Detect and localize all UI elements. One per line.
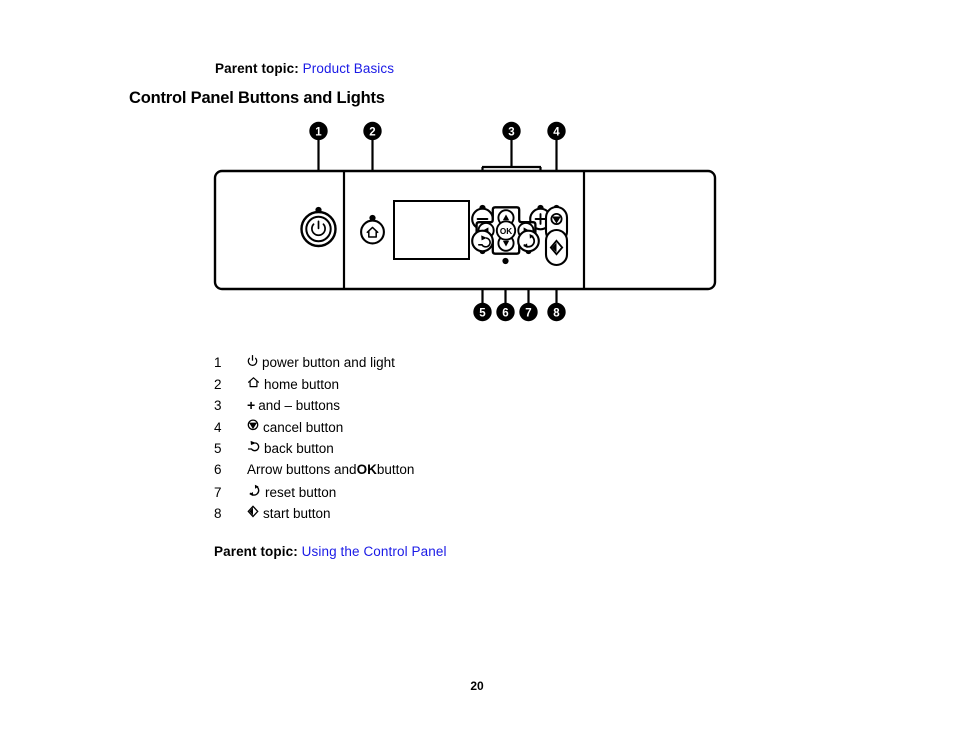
panel-reset-button[interactable]: [517, 229, 540, 253]
callout-3: 3: [502, 121, 521, 141]
legend-text: start button: [263, 506, 331, 522]
callout-1: 1: [309, 121, 328, 141]
back-icon: [247, 440, 260, 453]
legend-text-after: button: [376, 461, 415, 477]
callout-6-number: 6: [502, 307, 508, 319]
callout-3-number: 3: [508, 126, 514, 138]
parent-topic-bottom: Parent topic: Using the Control Panel: [214, 544, 447, 559]
legend-text: Arrow buttons and: [247, 461, 357, 477]
page-number: 20: [470, 679, 484, 693]
panel-home-button[interactable]: [360, 219, 385, 245]
callout-7: 7: [519, 302, 538, 322]
legend-number: 3: [214, 398, 222, 414]
legend-text: cancel button: [263, 419, 344, 435]
callout-8: 8: [547, 302, 566, 322]
power-icon: [247, 354, 258, 367]
panel-ok-button[interactable]: OK: [495, 220, 517, 241]
callout-5-number: 5: [479, 307, 486, 319]
legend-row-7: 7 reset button: [214, 484, 634, 506]
home-icon: [247, 376, 260, 389]
callout-7-number: 7: [525, 307, 531, 319]
legend-text-bold: OK: [356, 461, 377, 477]
panel-power-button[interactable]: [300, 210, 337, 248]
legend-row-6: 6 Arrow buttons and OK button: [214, 462, 634, 484]
legend-row-4: 4 cancel button: [214, 419, 634, 441]
ok-button-label: OK: [500, 227, 512, 236]
panel-back-button[interactable]: [471, 229, 494, 253]
legend-row-5: 5 back button: [214, 440, 634, 462]
legend-row-1: 1 power button and light: [214, 354, 634, 376]
plus-sign-icon: +: [247, 397, 256, 414]
parent-topic-link-product-basics[interactable]: Product Basics: [303, 61, 394, 76]
cancel-icon: [247, 419, 259, 432]
legend-row-2: 2 home button: [214, 376, 634, 398]
legend-number: 8: [214, 506, 222, 522]
legend-number: 7: [214, 484, 222, 500]
legend-number: 1: [214, 355, 222, 370]
callout-8-number: 8: [553, 307, 560, 319]
panel-start-button[interactable]: [544, 228, 569, 267]
legend-row-3: 3 + and – buttons: [214, 397, 634, 419]
callout-6: 6: [496, 302, 515, 322]
page-title: Control Panel Buttons and Lights: [129, 89, 385, 107]
callout-2-number: 2: [369, 126, 375, 138]
parent-topic-label: Parent topic:: [215, 61, 299, 76]
callout-5: 5: [473, 302, 492, 322]
legend-text: back button: [264, 441, 334, 457]
callout-4-number: 4: [553, 126, 560, 138]
legend-row-8: 8 start button: [214, 505, 634, 527]
legend-number: 5: [214, 441, 222, 457]
document-page: Parent topic: Product Basics Control Pan…: [0, 0, 954, 738]
parent-topic-label: Parent topic:: [214, 544, 298, 559]
legend-text: power button and light: [262, 355, 395, 370]
legend-text: home button: [264, 376, 340, 392]
callout-4: 4: [547, 121, 566, 141]
lcd-screen: [393, 200, 470, 260]
legend-number: 6: [214, 461, 222, 477]
callout-1-number: 1: [315, 126, 322, 138]
start-icon: [247, 505, 259, 518]
parent-topic-link-using-control-panel[interactable]: Using the Control Panel: [302, 544, 447, 559]
legend-list: 1 power button and light 2 home button 3…: [214, 354, 634, 527]
callout-2: 2: [363, 121, 382, 141]
legend-text: reset button: [265, 484, 337, 500]
legend-text: and – buttons: [258, 398, 341, 414]
control-panel-figure: OK 1 2 3 4 5 6 7 8: [206, 118, 736, 328]
control-panel-body: [213, 169, 717, 291]
parent-topic-top: Parent topic: Product Basics: [215, 61, 394, 76]
legend-number: 2: [214, 376, 222, 392]
reset-icon: [247, 484, 261, 497]
legend-number: 4: [214, 419, 222, 435]
